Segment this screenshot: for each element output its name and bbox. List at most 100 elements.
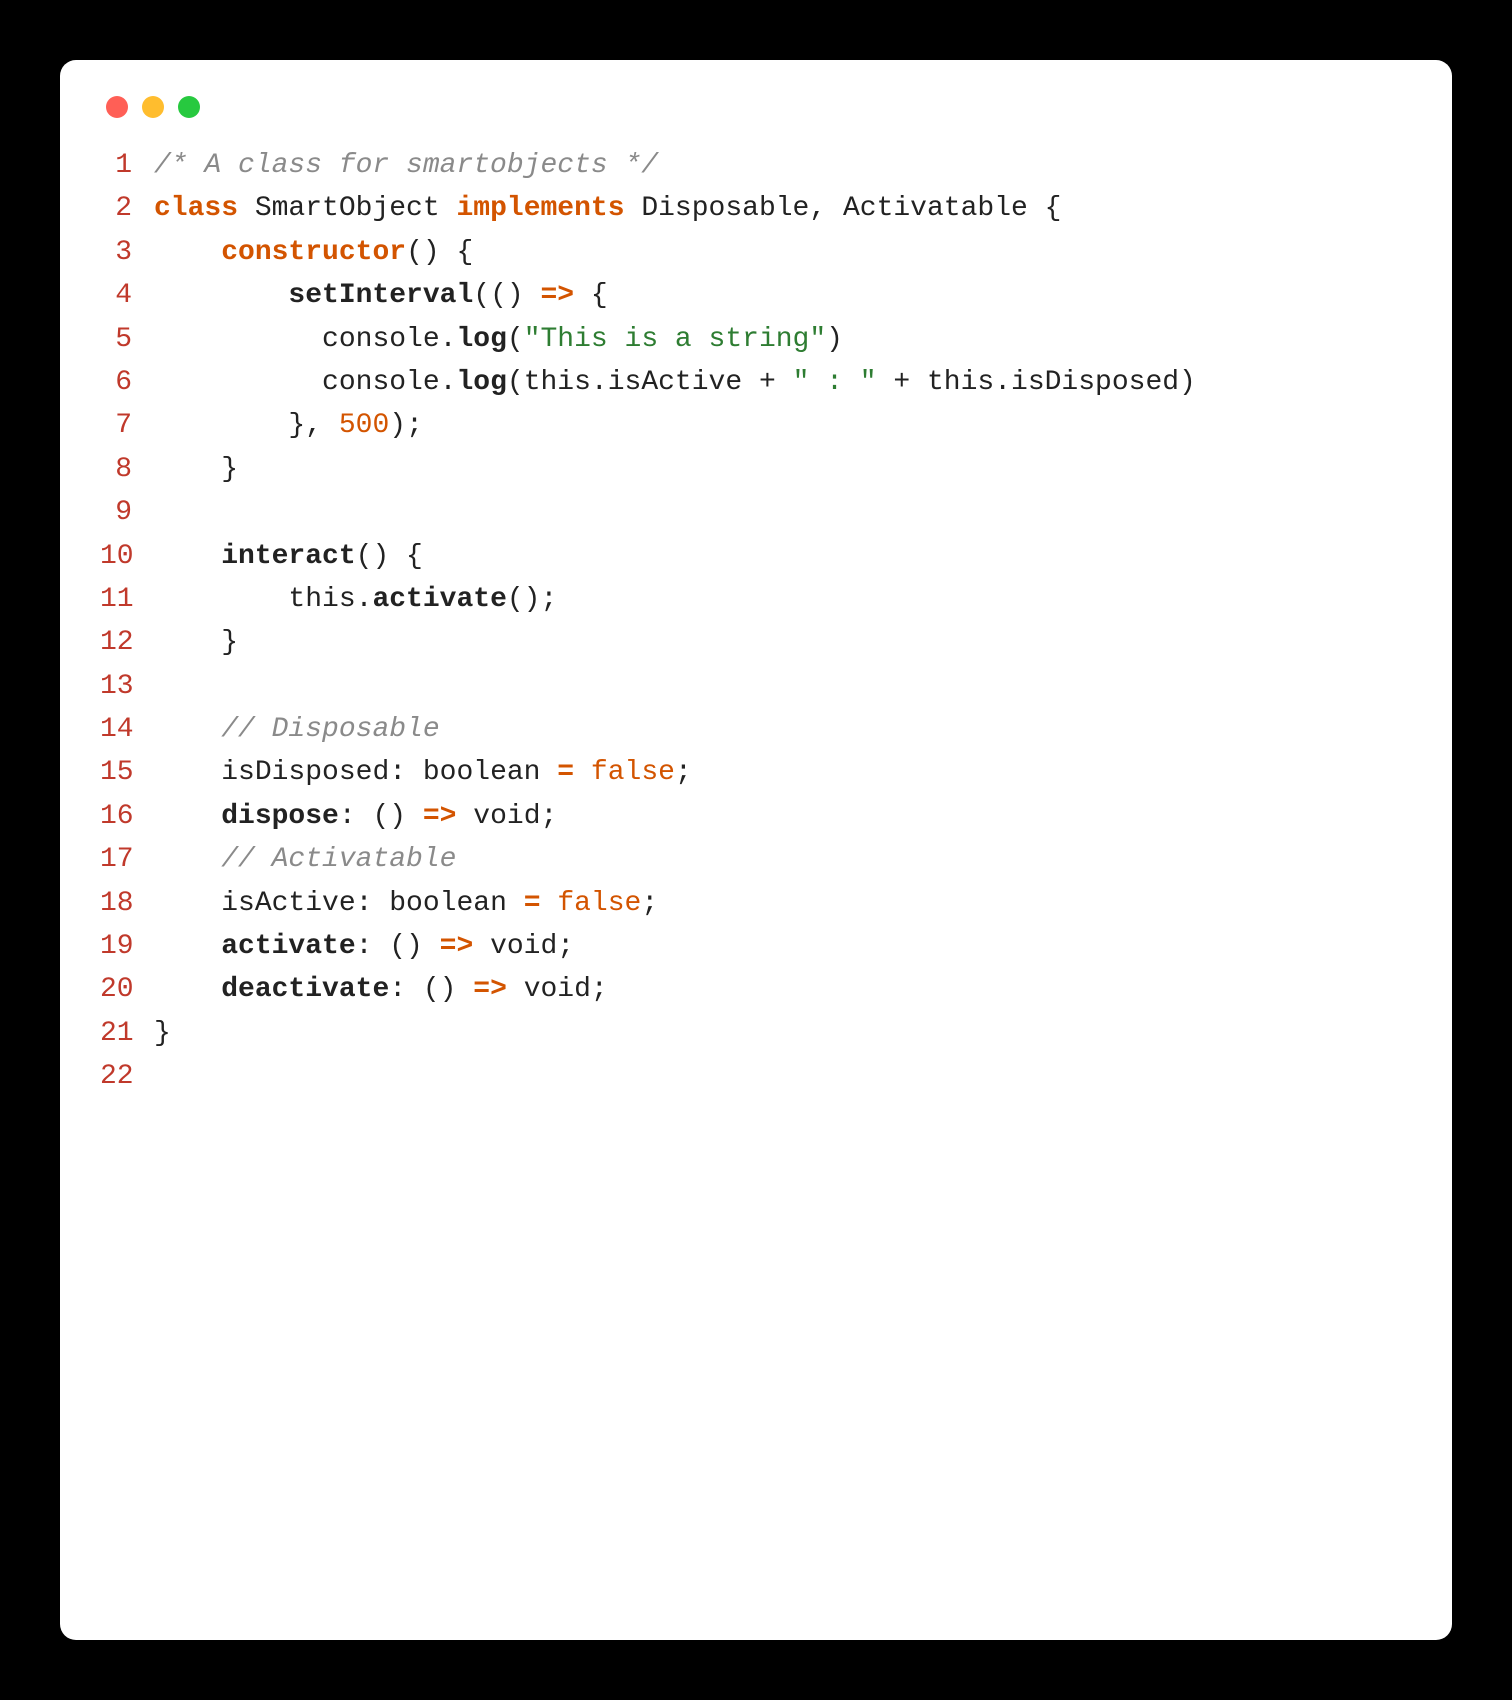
line-number: 8 — [100, 448, 154, 491]
code-token: } — [154, 627, 238, 658]
code-token — [154, 324, 322, 355]
code-token: /* A class for smartobjects */ — [154, 150, 658, 181]
line-number: 15 — [100, 751, 154, 794]
code-token: (); — [507, 584, 557, 615]
code-token: : () — [339, 801, 423, 832]
code-token: , — [809, 193, 843, 224]
line-content: } — [154, 621, 1412, 664]
line-number: 2 — [100, 187, 154, 230]
line-content: deactivate: () => void; — [154, 968, 1412, 1011]
code-token: boolean — [423, 757, 541, 788]
code-token: void — [473, 801, 540, 832]
code-token: console — [322, 367, 440, 398]
window-close-icon[interactable] — [106, 96, 128, 118]
line-content: setInterval(() => { — [154, 274, 1412, 317]
code-token — [440, 193, 457, 224]
code-token: .isDisposed) — [994, 367, 1196, 398]
code-token: class — [154, 193, 238, 224]
code-token: (() — [473, 280, 540, 311]
line-number: 21 — [100, 1012, 154, 1055]
line-content — [154, 491, 1412, 534]
code-line: 15 isDisposed: boolean = false; — [100, 751, 1412, 794]
code-line: 12 } — [100, 621, 1412, 664]
code-window: 1/* A class for smartobjects */2class Sm… — [60, 60, 1452, 1640]
code-token: ); — [389, 410, 423, 441]
code-token: setInterval — [288, 280, 473, 311]
code-line: 1/* A class for smartobjects */ — [100, 144, 1412, 187]
code-token: boolean — [389, 888, 507, 919]
code-token: . — [440, 367, 457, 398]
code-token — [154, 541, 221, 572]
code-line: 18 isActive: boolean = false; — [100, 882, 1412, 925]
line-content: constructor() { — [154, 231, 1412, 274]
code-token — [154, 931, 221, 962]
code-token: log — [456, 324, 506, 355]
code-token: Activatable — [843, 193, 1028, 224]
line-number: 1 — [100, 144, 154, 187]
line-number: 13 — [100, 665, 154, 708]
code-editor: 1/* A class for smartobjects */2class Sm… — [100, 144, 1412, 1099]
line-number: 17 — [100, 838, 154, 881]
line-content — [154, 1055, 1412, 1098]
code-line: 2class SmartObject implements Disposable… — [100, 187, 1412, 230]
code-token: : () — [356, 931, 440, 962]
code-token — [574, 757, 591, 788]
line-number: 22 — [100, 1055, 154, 1098]
code-token: . — [440, 324, 457, 355]
code-token: 500 — [339, 410, 389, 441]
code-token — [154, 367, 322, 398]
code-token: ; — [675, 757, 692, 788]
code-line: 5 console.log("This is a string") — [100, 318, 1412, 361]
code-line: 21} — [100, 1012, 1412, 1055]
line-number: 14 — [100, 708, 154, 751]
code-token: this — [288, 584, 355, 615]
code-token: { — [1028, 193, 1062, 224]
code-line: 10 interact() { — [100, 535, 1412, 578]
line-number: 20 — [100, 968, 154, 1011]
code-token — [507, 888, 524, 919]
code-token: => — [440, 931, 474, 962]
code-token: void — [490, 931, 557, 962]
stage: 1/* A class for smartobjects */2class Sm… — [0, 0, 1512, 1700]
line-content: this.activate(); — [154, 578, 1412, 621]
code-token — [154, 844, 221, 875]
code-token: activate — [372, 584, 506, 615]
line-number: 5 — [100, 318, 154, 361]
code-line: 22 — [100, 1055, 1412, 1098]
code-token: constructor — [221, 237, 406, 268]
code-line: 9 — [100, 491, 1412, 534]
code-token: => — [540, 280, 574, 311]
code-token: } — [154, 1018, 171, 1049]
code-token: // Disposable — [221, 714, 439, 745]
code-token — [154, 888, 221, 919]
code-token — [507, 974, 524, 1005]
line-content: // Activatable — [154, 838, 1412, 881]
code-token: } — [154, 454, 238, 485]
code-token: .isActive + — [591, 367, 793, 398]
code-token: => — [423, 801, 457, 832]
window-minimize-icon[interactable] — [142, 96, 164, 118]
code-token — [154, 584, 288, 615]
line-content: console.log(this.isActive + " : " + this… — [154, 361, 1412, 404]
code-token: activate — [221, 931, 355, 962]
code-token — [154, 237, 221, 268]
code-line: 16 dispose: () => void; — [100, 795, 1412, 838]
line-content: isActive: boolean = false; — [154, 882, 1412, 925]
line-content: console.log("This is a string") — [154, 318, 1412, 361]
code-token: ; — [641, 888, 658, 919]
line-number: 9 — [100, 491, 154, 534]
line-content: } — [154, 1012, 1412, 1055]
code-token: : — [389, 757, 423, 788]
code-token — [473, 931, 490, 962]
code-line: 19 activate: () => void; — [100, 925, 1412, 968]
line-number: 10 — [100, 535, 154, 578]
line-content: } — [154, 448, 1412, 491]
code-token — [456, 801, 473, 832]
window-zoom-icon[interactable] — [178, 96, 200, 118]
code-token: void — [524, 974, 591, 1005]
code-token: console — [322, 324, 440, 355]
code-token: ; — [591, 974, 608, 1005]
code-token: = — [524, 888, 541, 919]
code-token: SmartObject — [255, 193, 440, 224]
line-number: 18 — [100, 882, 154, 925]
